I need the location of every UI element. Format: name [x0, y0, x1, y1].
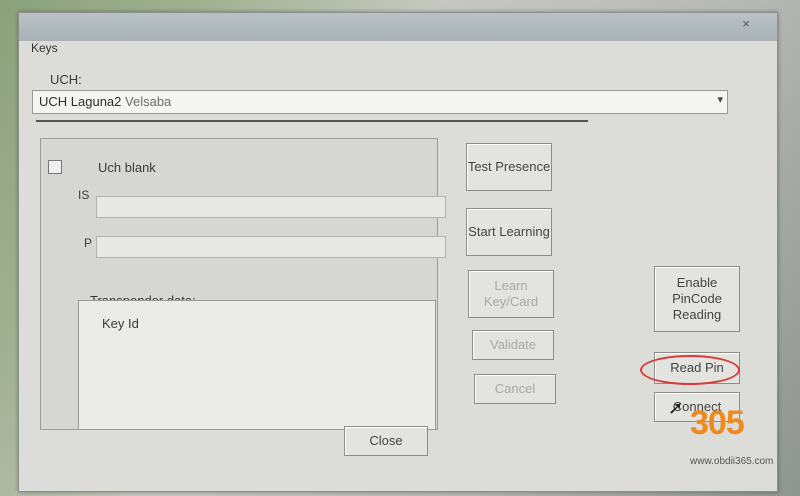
enable-pincode-reading-button[interactable]: Enable PinCode Reading: [654, 266, 740, 332]
cancel-button[interactable]: Cancel: [474, 374, 556, 404]
is-field[interactable]: [96, 196, 446, 218]
uch-select[interactable]: UCH Laguna2 Velsaba ▾: [32, 90, 728, 114]
window-title: Keys: [31, 41, 58, 55]
close-window-icon[interactable]: ×: [733, 15, 759, 33]
pin-label: P: [84, 236, 93, 250]
is-label: IS: [78, 188, 90, 202]
start-learning-button[interactable]: Start Learning: [466, 208, 552, 256]
close-button[interactable]: Close: [344, 426, 428, 456]
group-divider: [36, 120, 588, 122]
learn-keycard-button[interactable]: Learn Key/Card: [468, 270, 554, 318]
title-bar: [19, 13, 777, 41]
uch-blank-checkbox[interactable]: [48, 160, 62, 174]
watermark-url: www.obdii365.com: [690, 456, 774, 467]
key-id-label: Key Id: [102, 316, 139, 331]
uch-blank-label: Uch blank: [98, 160, 156, 175]
validate-button[interactable]: Validate: [472, 330, 554, 360]
test-presence-button[interactable]: Test Presence: [466, 143, 552, 191]
uch-label: UCH:: [50, 72, 82, 87]
mouse-cursor-icon: ➚: [668, 398, 684, 418]
uch-selected-value: UCH Laguna2 Velsaba: [39, 94, 172, 109]
pin-field[interactable]: [96, 236, 446, 258]
obdii365-logo: 305: [690, 404, 745, 442]
chevron-down-icon[interactable]: ▾: [717, 93, 723, 106]
highlight-annotation: [640, 355, 740, 385]
